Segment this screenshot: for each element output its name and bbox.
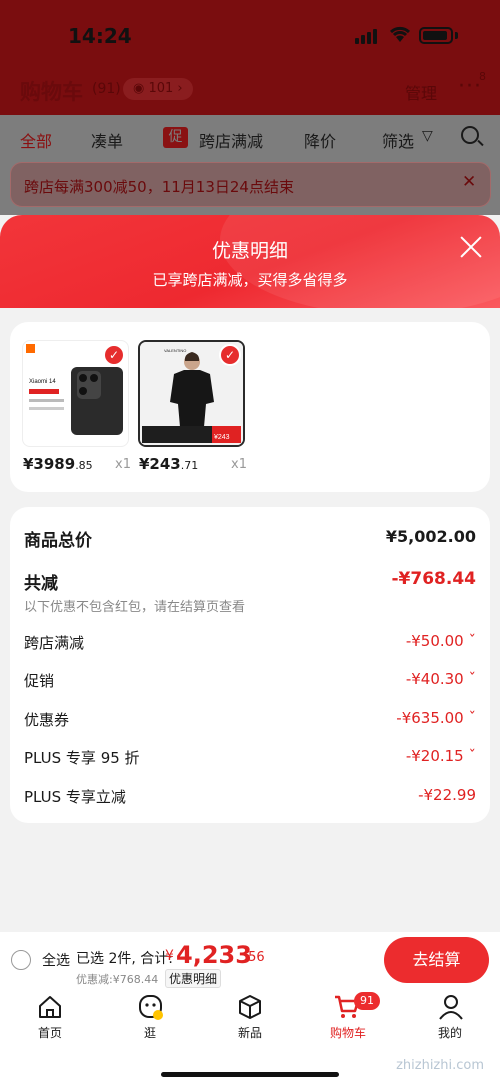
total-reduce-label: 共减: [24, 574, 58, 594]
discount-row-label: 促销: [24, 672, 55, 690]
discount-note: 以下优惠不包含红包，请在结算页查看: [24, 600, 246, 615]
battery-icon: [419, 27, 453, 44]
product-price: ¥3989.85: [23, 455, 93, 473]
discount-row-value: -¥22.99: [418, 786, 476, 804]
discount-row-value[interactable]: -¥50.00 ˇ: [406, 632, 476, 650]
discount-detail-button[interactable]: 优惠明细: [165, 969, 222, 988]
tab-filter[interactable]: 筛选: [382, 128, 414, 152]
box-icon[interactable]: [236, 993, 264, 1021]
signal-icon: [355, 28, 377, 44]
discount-row-label: 优惠券: [24, 711, 70, 729]
tab-all[interactable]: 全部: [20, 128, 52, 152]
cart-badge: 91: [354, 992, 380, 1010]
cart-count: (91): [92, 81, 121, 97]
nav-cart[interactable]: 购物车: [318, 1024, 378, 1041]
nav-browse[interactable]: 逛: [120, 1024, 180, 1041]
search-icon[interactable]: [461, 126, 479, 144]
manage-button[interactable]: 管理: [405, 80, 437, 104]
close-notice-icon[interactable]: ✕: [462, 172, 476, 192]
discount-row-label: PLUS 专享 95 折: [24, 749, 140, 767]
more-badge: 8: [479, 70, 486, 83]
product-qty: x1: [231, 457, 247, 472]
total-reduce-value: -¥768.44: [391, 569, 477, 589]
selected-count: 已选 2件, 合计:: [76, 951, 173, 967]
goods-total-value: ¥5,002.00: [385, 527, 476, 546]
promo-notice-text: 跨店每满300减50，11月13日24点结束: [24, 178, 294, 196]
nav-me[interactable]: 我的: [420, 1024, 480, 1041]
discount-row-value[interactable]: -¥635.00 ˇ: [396, 709, 476, 727]
discount-row-value[interactable]: -¥20.15 ˇ: [406, 747, 476, 765]
browse-icon[interactable]: [137, 993, 165, 1021]
nav-new[interactable]: 新品: [220, 1024, 280, 1041]
total-decimal: .56: [244, 950, 265, 965]
sheet-title: 优惠明细: [211, 240, 288, 262]
product-check-icon[interactable]: ✓: [103, 344, 125, 366]
select-all-radio[interactable]: [11, 950, 31, 970]
promo-badge: 促: [163, 127, 188, 148]
discount-row-label: PLUS 专享立减: [24, 788, 126, 806]
tab-price-drop[interactable]: 降价: [304, 128, 336, 152]
product-qty: x1: [115, 457, 131, 472]
product-check-icon[interactable]: ✓: [219, 344, 241, 366]
view-count: 101 ›: [148, 81, 183, 96]
discount-row-value[interactable]: -¥40.30 ˇ: [406, 670, 476, 688]
total-currency: ¥: [165, 948, 174, 964]
battery-cap: [455, 32, 458, 39]
tab-bundle[interactable]: 凑单: [91, 128, 123, 152]
page-title: 购物车: [20, 80, 83, 104]
goods-total-label: 商品总价: [24, 531, 92, 551]
price-int: ¥3989: [23, 455, 76, 473]
discount-amount: 优惠减:¥768.44: [76, 973, 159, 986]
tshirt-brand-text: VALENTINO: [164, 348, 186, 353]
price-dec: .71: [180, 459, 199, 472]
filter-icon[interactable]: ▽: [422, 128, 433, 144]
nav-home[interactable]: 首页: [20, 1024, 80, 1041]
price-int: ¥243: [139, 455, 181, 473]
home-indicator: [161, 1072, 339, 1077]
status-time: 14:24: [68, 24, 132, 48]
discount-row-label: 跨店满减: [24, 634, 85, 652]
home-icon[interactable]: [36, 993, 64, 1021]
product-price: ¥243.71: [139, 455, 198, 473]
price-dec: .85: [75, 459, 93, 472]
tab-cross-store[interactable]: 跨店满减: [199, 128, 263, 152]
tshirt-price-tag: ¥243: [214, 434, 230, 441]
checkout-button[interactable]: 去结算: [384, 937, 489, 983]
user-icon[interactable]: [437, 993, 465, 1021]
select-all-label[interactable]: 全选: [42, 950, 70, 970]
total-amount: 4,233: [176, 941, 252, 969]
sheet-subtitle: 已享跨店满减，买得多省得多: [152, 271, 348, 289]
wifi-icon: [388, 24, 412, 49]
status-bar: 14:24: [0, 0, 500, 70]
summary-card: [10, 507, 490, 823]
view-count-badge[interactable]: ◉ 101 ›: [123, 78, 193, 100]
watermark: zhizhizhi.com: [396, 1058, 484, 1073]
close-sheet-icon[interactable]: [457, 233, 485, 261]
phone-brand-text: Xiaomi 14: [29, 379, 56, 385]
